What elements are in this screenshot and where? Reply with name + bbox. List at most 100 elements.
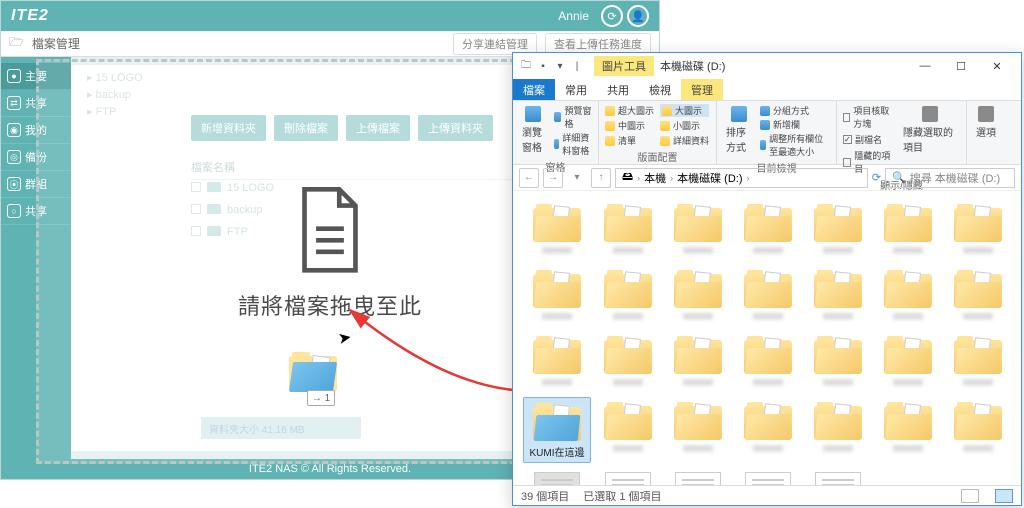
tab-manage[interactable]: 管理 [681,79,723,100]
document-item[interactable]: xxxxxx [805,469,871,485]
tab-view[interactable]: 檢視 [639,79,681,100]
search-input[interactable]: 🔍搜尋 本機磁碟 (D:) [885,168,1015,188]
folder-item[interactable]: xxxxxx [805,199,871,259]
folder-item[interactable]: xxxxxx [735,199,801,259]
layout-list-button[interactable]: 清單 [605,134,654,147]
nas-logo: ITE2 [11,7,49,25]
nas-user-label: Annie [558,9,589,23]
crumb-drive[interactable]: 本機磁碟 (D:) [677,170,742,186]
document-item[interactable]: xxxxxx [735,469,801,485]
folder-item[interactable]: xxxxxx [945,199,1011,259]
view-icons-button[interactable] [995,489,1013,503]
tab-home[interactable]: 常用 [555,79,597,100]
folder-item-selected[interactable]: KUMI在這邊 [523,397,591,463]
folder-item[interactable]: xxxxxx [595,265,661,325]
share2-icon: ○ [7,204,21,218]
folder-item[interactable]: xxxxxx [945,397,1011,463]
navigation-pane-button[interactable]: 瀏覽窗格 [519,104,548,157]
folder-item[interactable]: xxxxxx [875,199,941,259]
window-title: 本機磁碟 (D:) [660,58,725,74]
folder-icon[interactable]: 🗀 [519,59,533,73]
tab-file[interactable]: 檔案 [513,79,555,100]
folder-item[interactable]: xxxxxx [735,265,801,325]
folder-item[interactable]: xxxxxx [875,331,941,391]
folder-item[interactable]: xxxxxx [665,199,731,259]
layout-details-button[interactable]: 詳細資料 [660,134,709,147]
copy-badge: → 1 [307,390,335,406]
nas-header: ITE2 Annie ⟳ 👤 [1,1,659,31]
address-box[interactable]: 🖴› 本機› 本機磁碟 (D:)› [615,168,868,188]
layout-m-button[interactable]: 中圖示 [605,119,654,132]
document-item[interactable]: xxxxxx [523,469,591,485]
titlebar[interactable]: 🗀 ▪ ▾ | 圖片工具 本機磁碟 (D:) — ☐ ✕ [513,53,1021,79]
maximize-button[interactable]: ☐ [943,55,979,77]
close-button[interactable]: ✕ [979,55,1015,77]
layout-xl-button[interactable]: 超大圖示 [605,104,654,117]
minimize-button[interactable]: — [907,55,943,77]
file-pane[interactable]: xxxxxxxxxxxxxxxxxxxxxxxxxxxxxxxxxxxxxxxx… [513,191,1021,485]
add-column-button[interactable]: 新增欄 [760,118,830,131]
folder-item[interactable]: xxxxxx [945,331,1011,391]
tab-share[interactable]: 共用 [597,79,639,100]
refresh-icon[interactable]: ⟳ [601,5,623,27]
up-button[interactable]: ↑ [591,168,611,188]
explorer-window: 🗀 ▪ ▾ | 圖片工具 本機磁碟 (D:) — ☐ ✕ 檔案 常用 共用 檢視… [512,52,1022,506]
qat-icon[interactable]: ▾ [553,59,567,73]
qat-divider: | [570,59,584,73]
ribbon-tabs: 檔案 常用 共用 檢視 管理 [513,79,1021,101]
group-by-button[interactable]: 分組方式 [760,104,830,117]
group-icon: ⦿ [7,177,21,191]
hide-selected-button[interactable]: 隱藏選取的項目 [900,104,960,175]
drop-hint: 請將檔案拖曳至此 [238,187,422,321]
share-icon: ⇄ [7,96,21,110]
folder-item[interactable]: xxxxxx [875,265,941,325]
folder-item[interactable]: xxxxxx [805,331,871,391]
user-icon[interactable]: 👤 [627,5,649,27]
history-dropdown[interactable]: ▾ [567,168,587,188]
details-pane-button[interactable]: 詳細資料窗格 [554,131,592,157]
search-placeholder: 搜尋 本機磁碟 (D:) [910,170,1000,186]
layout-s-button[interactable]: 小圖示 [660,119,709,132]
refresh-icon[interactable]: ⟳ [872,171,881,184]
document-item[interactable]: xxxxxx [665,469,731,485]
forward-button[interactable]: → [543,168,563,188]
checkboxes-toggle[interactable]: 項目核取方塊 [843,104,894,130]
folder-item[interactable]: xxxxxx [805,265,871,325]
crumb-pc[interactable]: 本機 [644,170,666,186]
folder-item[interactable]: xxxxxx [735,397,801,463]
folder-item[interactable]: xxxxxx [665,331,731,391]
breadcrumb[interactable]: 檔案管理 [32,35,80,52]
drive-icon: 🖴 [622,168,633,187]
extensions-toggle[interactable]: 副檔名 [843,133,894,146]
back-button[interactable]: ← [519,168,539,188]
qat-icon[interactable]: ▪ [536,59,550,73]
folder-item[interactable]: xxxxxx [665,397,731,463]
folder-item[interactable]: xxxxxx [595,199,661,259]
options-button[interactable]: 選項 [973,104,999,161]
folder-item[interactable]: xxxxxx [595,331,661,391]
ribbon: 瀏覽窗格 預覽窗格 詳細資料窗格 窗格 超大圖示 中圖示 清單 大圖示 小圖示 … [513,101,1021,165]
autofit-button[interactable]: 調整所有欄位至最適大小 [760,132,830,158]
folder-item[interactable]: xxxxxx [665,265,731,325]
folder-item[interactable]: xxxxxx [523,199,591,259]
layout-l-button[interactable]: 大圖示 [660,104,709,117]
folder-item[interactable]: xxxxxx [875,397,941,463]
selected-count: 已選取 1 個項目 [583,488,661,504]
drag-ghost-folder: → 1 [289,352,337,392]
folder-item[interactable]: xxxxxx [595,397,661,463]
folder-item[interactable]: xxxxxx [945,265,1011,325]
folder-item[interactable]: xxxxxx [523,265,591,325]
group-label: 版面配置 [605,149,710,164]
preview-pane-button[interactable]: 預覽窗格 [554,104,592,130]
item-count: 39 個項目 [521,488,569,504]
camera-icon: ◎ [7,150,21,164]
folder-item[interactable]: xxxxxx [523,331,591,391]
quick-access-toolbar: 🗀 ▪ ▾ | [519,59,584,73]
dot-icon: ● [7,69,21,83]
context-tab-header: 圖片工具 [594,56,654,76]
folder-item[interactable]: xxxxxx [805,397,871,463]
sort-button[interactable]: 排序方式 [723,104,754,158]
view-details-button[interactable] [961,489,979,503]
document-item[interactable]: xxxxxx [595,469,661,485]
folder-item[interactable]: xxxxxx [735,331,801,391]
